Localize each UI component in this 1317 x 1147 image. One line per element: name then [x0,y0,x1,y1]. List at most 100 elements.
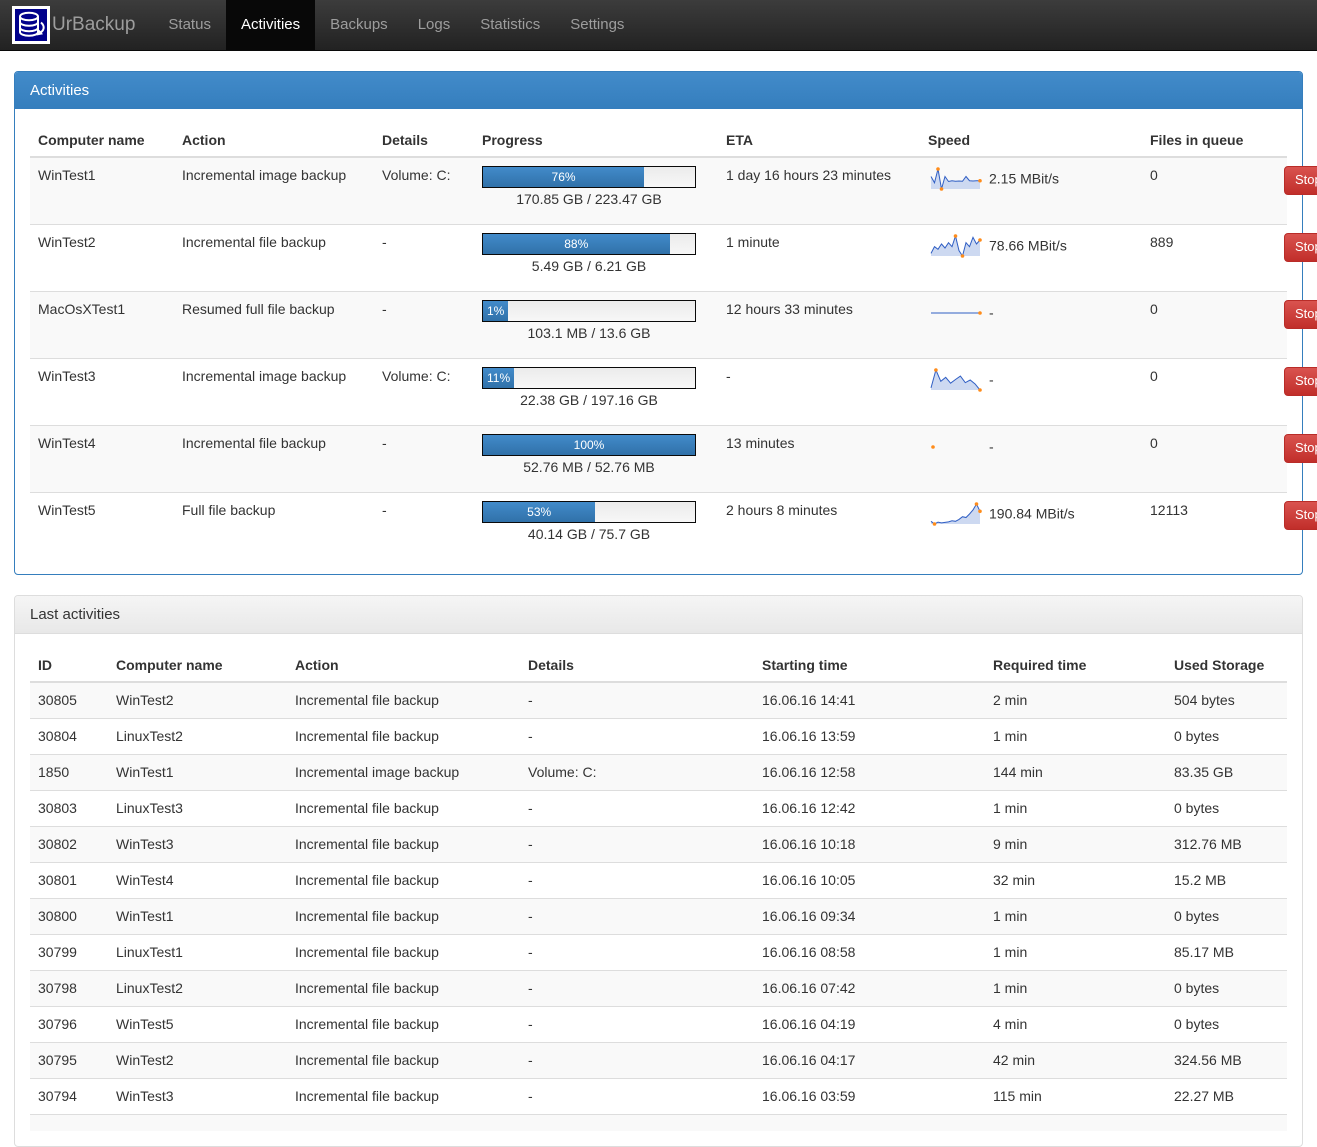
speed-sparkline-chart [928,434,983,460]
activities-panel-title: Activities [15,72,1302,109]
progress-percent-label: 11% [487,369,510,388]
activity-speed-cell: - [920,359,1142,426]
activity-computer: WinTest5 [30,493,174,560]
activity-row: WinTest2 Incremental file backup - 88% 5… [30,225,1287,292]
last-id: 30799 [30,935,108,971]
last-details: - [520,863,754,899]
last-computer: WinTest1 [108,899,287,935]
last-activities-panel-title: Last activities [15,596,1302,634]
last-action: Incremental file backup [287,971,520,1007]
activity-files-in-queue: 12113 [1142,493,1276,560]
last-computer: WinTest1 [108,755,287,791]
last-required-time: 9 min [985,827,1166,863]
progress-percent-label: 88% [564,235,588,254]
activity-row: WinTest5 Full file backup - 53% 40.14 GB… [30,493,1287,560]
last-computer: WinTest4 [108,863,287,899]
last-details: - [520,935,754,971]
activity-files-in-queue: 0 [1142,426,1276,493]
nav-item-statistics[interactable]: Statistics [465,0,555,50]
last-activity-row: 30802 WinTest3 Incremental file backup -… [30,827,1287,863]
activity-actions-cell: StopShow log [1276,359,1287,426]
nav-item-activities[interactable]: Activities [226,0,315,50]
last-used-storage: 0 bytes [1166,719,1287,755]
last-used-storage: 22.27 MB [1166,1079,1287,1115]
main-nav: Status Activities Backups Logs Statistic… [153,0,639,50]
activity-eta: - [718,359,920,426]
activity-action: Incremental image backup [174,157,374,225]
speed-text: - [989,305,994,321]
last-starting-time: 16.06.16 12:58 [754,755,985,791]
last-id: 30801 [30,863,108,899]
col-used-storage: Used Storage [1166,649,1287,682]
last-computer: LinuxTest3 [108,791,287,827]
last-used-storage: 0 bytes [1166,791,1287,827]
nav-item-status[interactable]: Status [153,0,226,50]
activity-files-in-queue: 0 [1142,157,1276,225]
last-activity-row: 30803 LinuxTest3 Incremental file backup… [30,791,1287,827]
activity-details: Volume: C: [374,359,474,426]
activity-speed-cell: 190.84 MBit/s [920,493,1142,560]
activity-computer: MacOsXTest1 [30,292,174,359]
last-starting-time: 16.06.16 04:17 [754,1043,985,1079]
last-starting-time: 16.06.16 12:42 [754,791,985,827]
activity-details: Volume: C: [374,157,474,225]
stop-button[interactable]: Stop [1284,166,1317,195]
progress-size-text: 5.49 GB / 6.21 GB [482,257,696,276]
last-activity-row: 30799 LinuxTest1 Incremental file backup… [30,935,1287,971]
activity-details: - [374,292,474,359]
progress-size-text: 170.85 GB / 223.47 GB [482,190,696,209]
stop-button[interactable]: Stop [1284,367,1317,396]
brand[interactable]: UrBackup [0,0,145,50]
col-files-in-queue: Files in queue [1142,124,1276,157]
activity-progress-cell: 1% 103.1 MB / 13.6 GB [474,292,718,359]
progress-size-text: 52.76 MB / 52.76 MB [482,458,696,477]
nav-item-backups[interactable]: Backups [315,0,403,50]
activity-actions-cell: StopShow log [1276,426,1287,493]
last-used-storage [1166,1115,1287,1132]
stop-button[interactable]: Stop [1284,300,1317,329]
activity-files-in-queue: 0 [1142,292,1276,359]
last-details: Volume: C: [520,755,754,791]
brand-title: UrBackup [52,14,135,36]
progress-percent-label: 53% [527,503,551,522]
activity-action: Resumed full file backup [174,292,374,359]
progress-bar-fill: 76% [483,167,644,187]
last-required-time: 32 min [985,863,1166,899]
last-required-time: 1 min [985,791,1166,827]
activity-row: MacOsXTest1 Resumed full file backup - 1… [30,292,1287,359]
stop-button[interactable]: Stop [1284,233,1317,262]
activity-computer: WinTest1 [30,157,174,225]
last-computer: LinuxTest1 [108,935,287,971]
last-action: Incremental file backup [287,719,520,755]
activity-eta: 2 hours 8 minutes [718,493,920,560]
last-details: - [520,827,754,863]
last-details: - [520,971,754,1007]
last-starting-time: 16.06.16 10:05 [754,863,985,899]
last-activity-row: 30798 LinuxTest2 Incremental file backup… [30,971,1287,1007]
last-activities-header-row: ID Computer name Action Details Starting… [30,649,1287,682]
speed-sparkline-chart [928,367,983,393]
nav-item-settings[interactable]: Settings [555,0,639,50]
last-used-storage: 0 bytes [1166,1007,1287,1043]
progress-percent-label: 100% [574,436,605,455]
col-action: Action [174,124,374,157]
last-required-time: 1 min [985,935,1166,971]
last-starting-time [754,1115,985,1132]
last-used-storage: 312.76 MB [1166,827,1287,863]
last-details: - [520,719,754,755]
last-activity-row: 30794 WinTest3 Incremental file backup -… [30,1079,1287,1115]
activity-action: Full file backup [174,493,374,560]
activity-computer: WinTest2 [30,225,174,292]
last-id: 30796 [30,1007,108,1043]
last-details: - [520,1007,754,1043]
progress-percent-label: 76% [552,168,576,187]
last-details [520,1115,754,1132]
progress-bar: 88% [482,233,696,255]
stop-button[interactable]: Stop [1284,501,1317,530]
progress-bar: 76% [482,166,696,188]
last-computer: WinTest2 [108,682,287,719]
stop-button[interactable]: Stop [1284,434,1317,463]
last-computer: WinTest3 [108,827,287,863]
last-id: 30803 [30,791,108,827]
nav-item-logs[interactable]: Logs [403,0,466,50]
